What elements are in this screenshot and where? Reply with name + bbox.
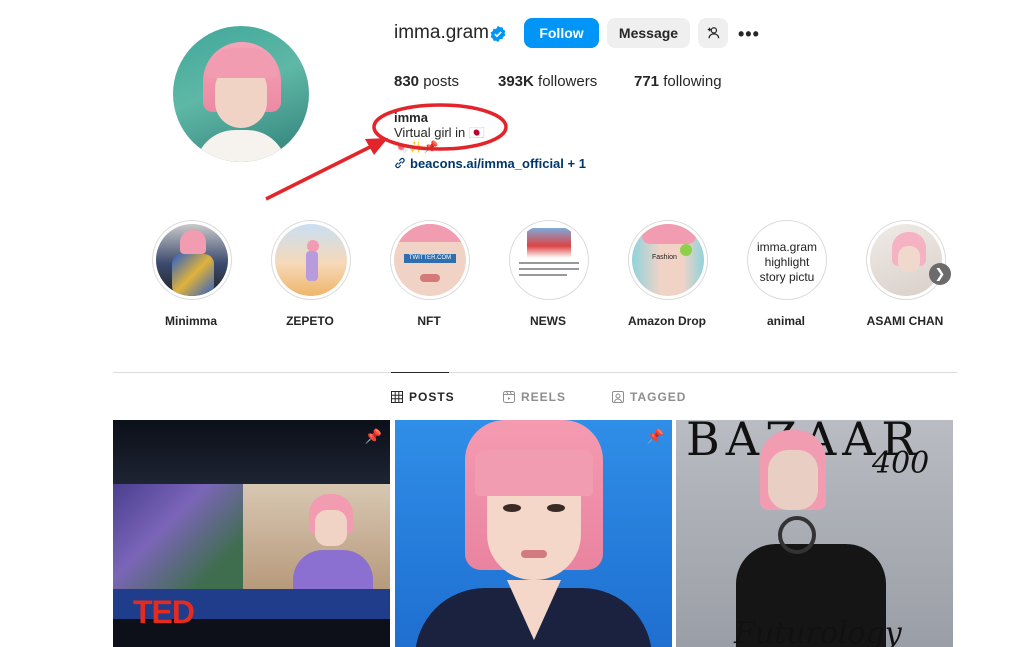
link-icon (395, 157, 405, 169)
highlight-label: NEWS (530, 314, 566, 328)
post-thumbnail[interactable]: TED 📌 (113, 420, 390, 647)
posts-count: 830 (394, 73, 420, 90)
following-count: 771 (634, 73, 660, 90)
tagged-icon (612, 391, 624, 403)
followers-label: followers (538, 73, 598, 90)
tab-reels[interactable]: REELS (503, 390, 566, 404)
highlight-overlay-text: imma.gram highlight story pictu (756, 240, 817, 284)
message-button[interactable]: Message (607, 18, 690, 48)
tab-reels-label: REELS (521, 390, 567, 404)
magazine-cover-line: Futurology (734, 616, 902, 647)
highlight-item[interactable]: ZEPETO (271, 220, 351, 328)
followers-stat[interactable]: 393K followers (498, 73, 597, 90)
posts-label: posts (423, 73, 460, 90)
profile-link[interactable]: beacons.ai/imma_official + 1 (394, 156, 586, 171)
add-user-icon (707, 27, 720, 39)
reels-icon (503, 391, 515, 403)
highlight-label: Amazon Drop (628, 314, 706, 328)
magazine-issue-number: 400 (872, 446, 930, 481)
annotation-arrow-head (365, 138, 388, 155)
posts-stat: 830 posts (394, 73, 459, 90)
profile-link-text: beacons.ai/imma_official + 1 (410, 156, 586, 171)
highlight-label: Minimma (164, 314, 217, 328)
highlight-item[interactable]: Fashion Amazon Drop (628, 220, 708, 328)
more-options-button[interactable]: ••• (738, 24, 760, 45)
highlights-next-button[interactable]: ❯ (929, 263, 951, 285)
following-stat[interactable]: 771 following (634, 73, 722, 90)
highlight-label: animal (766, 314, 805, 328)
chevron-right-icon: ❯ (934, 266, 946, 281)
highlight-item[interactable]: imma.gram highlight story pictu animal (747, 220, 827, 328)
content-divider (113, 372, 957, 373)
follow-button[interactable]: Follow (524, 18, 599, 48)
verified-badge-icon (490, 25, 506, 43)
following-label: following (663, 73, 722, 90)
suggest-user-button[interactable] (698, 18, 728, 48)
highlight-overlay-text: TWITTER.COM (404, 254, 456, 263)
tab-tagged-label: TAGGED (630, 390, 687, 404)
post-thumbnail[interactable]: BAZAAR 400 Futurology (676, 420, 953, 647)
highlight-label: ASAMI CHAN (866, 314, 944, 328)
post-thumbnail[interactable]: 📌 (395, 420, 672, 647)
pin-icon: 📌 (364, 428, 382, 444)
profile-bio-emojis: 🍬✨📌 (394, 140, 439, 154)
highlight-item[interactable]: NEWS (509, 220, 589, 328)
ted-logo-text: TED (133, 594, 195, 630)
highlight-label: ZEPETO (286, 314, 334, 328)
active-tab-indicator (391, 372, 449, 373)
grid-icon (391, 391, 403, 403)
tab-posts-label: POSTS (409, 390, 455, 404)
highlight-overlay-text: Fashion (652, 254, 677, 261)
highlight-item[interactable]: Minimma (152, 220, 232, 328)
profile-bio: Virtual girl in 🇯🇵 (394, 125, 486, 140)
followers-count: 393K (498, 73, 534, 90)
highlight-label: NFT (417, 314, 441, 328)
pin-icon: 📌 (646, 428, 664, 444)
profile-full-name: imma (394, 110, 428, 125)
highlight-item[interactable]: TWITTER.COM NFT (390, 220, 470, 328)
profile-username: imma.gram (394, 22, 490, 43)
profile-avatar[interactable] (173, 26, 309, 162)
tab-tagged[interactable]: TAGGED (612, 390, 686, 404)
tab-posts[interactable]: POSTS (391, 390, 455, 404)
